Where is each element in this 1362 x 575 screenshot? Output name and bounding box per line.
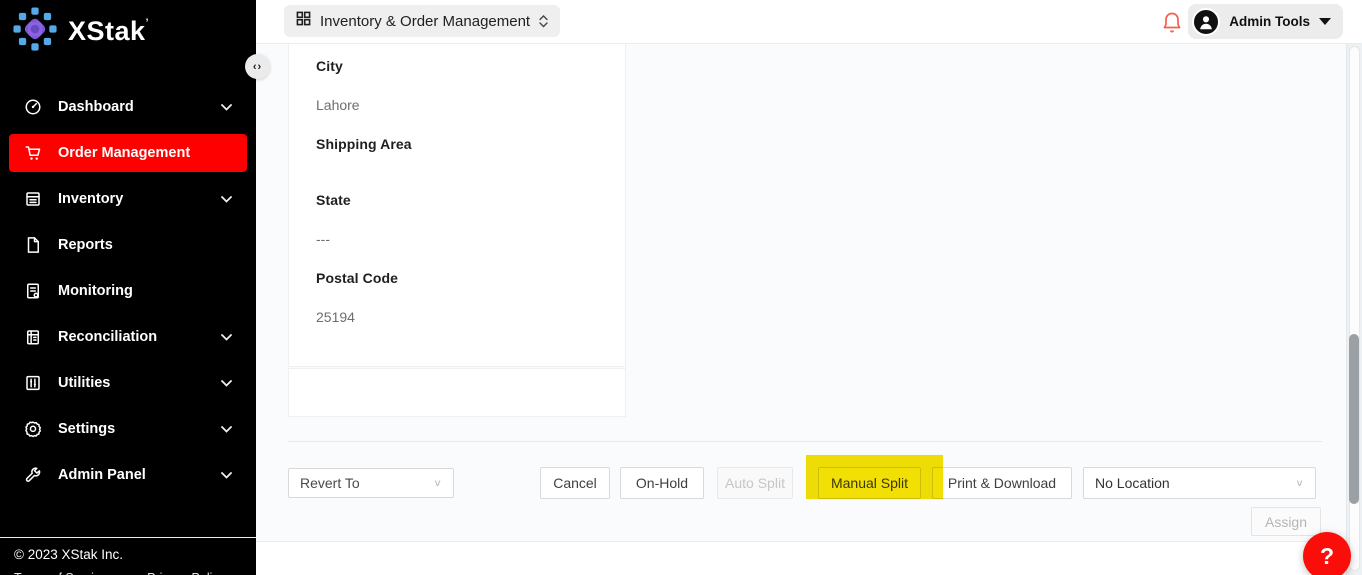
sidebar-menu: Dashboard Order Management Inventory <box>0 88 256 494</box>
field-value-state: --- <box>316 230 330 247</box>
sidebar-item-label: Settings <box>58 421 115 437</box>
field-label-city: City <box>316 57 343 74</box>
sidebar-item-admin-panel[interactable]: Admin Panel <box>9 456 247 494</box>
workspace-selector[interactable]: Inventory & Order Management <box>284 5 560 37</box>
question-mark-icon: ? <box>1320 543 1334 570</box>
copyright-text: © 2023 XStak Inc. <box>14 547 242 562</box>
up-down-chevron-icon <box>539 15 548 28</box>
sidebar-item-label: Reports <box>58 237 113 253</box>
empty-card <box>288 368 626 417</box>
sidebar-footer: © 2023 XStak Inc. Terms of Service Priva… <box>0 537 256 575</box>
chevron-down-icon <box>221 334 232 341</box>
notification-bell-icon[interactable] <box>1162 11 1182 33</box>
trademark-mark: ’ <box>146 17 150 29</box>
collapse-arrows-icon: ‹› <box>253 61 262 73</box>
print-download-button[interactable]: Print & Download <box>932 467 1072 499</box>
sidebar-item-label: Monitoring <box>58 283 133 299</box>
sidebar-item-utilities[interactable]: Utilities <box>9 364 247 402</box>
gauge-icon <box>24 98 42 116</box>
sidebar-item-label: Reconciliation <box>58 329 157 345</box>
field-label-shipping-area: Shipping Area <box>316 135 412 152</box>
terms-link[interactable]: Terms of Service <box>14 571 107 575</box>
main-content: City Lahore Shipping Area State --- Post… <box>256 44 1362 575</box>
revert-to-value: Revert To <box>300 475 360 491</box>
manual-split-button[interactable]: Manual Split <box>818 467 921 499</box>
field-value-postal-code: 25194 <box>316 308 355 325</box>
vertical-scrollbar[interactable] <box>1346 44 1362 575</box>
archive-icon <box>24 190 42 208</box>
cancel-button[interactable]: Cancel <box>540 467 610 499</box>
field-label-postal-code: Postal Code <box>316 269 398 286</box>
sidebar-item-label: Utilities <box>58 375 110 391</box>
sidebar-item-monitoring[interactable]: Monitoring <box>9 272 247 310</box>
apps-grid-icon <box>296 11 311 31</box>
clipboard-icon <box>24 282 42 300</box>
actions-divider <box>288 441 1322 442</box>
on-hold-button[interactable]: On-Hold <box>620 467 704 499</box>
document-icon <box>24 236 42 254</box>
location-select-value: No Location <box>1095 475 1170 491</box>
sidebar-item-label: Dashboard <box>58 99 134 115</box>
admin-tools-label: Admin Tools <box>1229 14 1310 29</box>
field-value-city: Lahore <box>316 96 360 113</box>
auto-split-button: Auto Split <box>717 467 793 499</box>
chevron-down-icon <box>221 380 232 387</box>
workspace-selector-label: Inventory & Order Management <box>320 13 530 30</box>
sidebar-item-reports[interactable]: Reports <box>9 226 247 264</box>
chevron-down-icon: ∨ <box>433 477 442 488</box>
admin-tools-menu[interactable]: Admin Tools <box>1188 4 1343 39</box>
chevron-down-icon <box>221 472 232 479</box>
sidebar-collapse-button[interactable]: ‹› <box>245 54 270 79</box>
sidebar-item-label: Order Management <box>58 145 190 161</box>
chevron-down-icon <box>221 426 232 433</box>
privacy-link[interactable]: Privacy Policy <box>147 571 225 575</box>
gear-icon <box>24 420 42 438</box>
sidebar: XStak’ Dashboard Order Management Invent… <box>0 0 256 575</box>
cart-icon <box>24 144 42 162</box>
chevron-down-icon: ∨ <box>1295 477 1304 488</box>
assign-button: Assign <box>1251 507 1321 536</box>
shipping-details-card: City Lahore Shipping Area State --- Post… <box>288 44 626 367</box>
wrench-icon <box>24 466 42 484</box>
ledger-icon <box>24 328 42 346</box>
chevron-down-icon <box>221 104 232 111</box>
chevron-down-icon <box>221 196 232 203</box>
sidebar-item-inventory[interactable]: Inventory <box>9 180 247 218</box>
brand-name: XStak’ <box>68 16 149 47</box>
sidebar-item-order-management[interactable]: Order Management <box>9 134 247 172</box>
topbar: Inventory & Order Management Admin Tools <box>256 0 1362 44</box>
sliders-icon <box>24 374 42 392</box>
sidebar-item-label: Admin Panel <box>58 467 146 483</box>
brand-logo[interactable]: XStak’ <box>0 0 256 62</box>
avatar <box>1192 8 1220 36</box>
location-select[interactable]: No Location ∨ <box>1083 467 1316 499</box>
sidebar-item-settings[interactable]: Settings <box>9 410 247 448</box>
scrollbar-thumb[interactable] <box>1349 334 1359 504</box>
sidebar-item-dashboard[interactable]: Dashboard <box>9 88 247 126</box>
sidebar-item-label: Inventory <box>58 191 123 207</box>
sidebar-item-reconciliation[interactable]: Reconciliation <box>9 318 247 356</box>
revert-to-select[interactable]: Revert To ∨ <box>288 468 454 498</box>
field-label-state: State <box>316 191 351 208</box>
page-bottom-strip <box>256 541 1362 575</box>
caret-down-icon <box>1319 18 1331 25</box>
xstak-logo-icon <box>12 6 58 57</box>
help-button[interactable]: ? <box>1303 532 1351 575</box>
